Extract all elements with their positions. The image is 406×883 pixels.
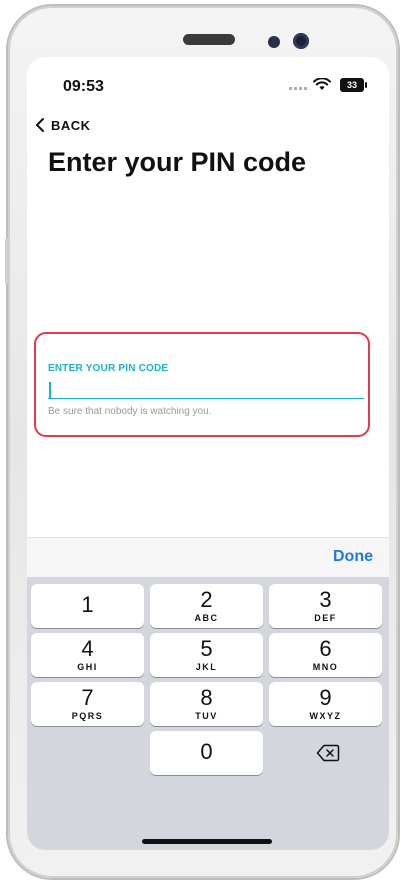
key-1[interactable]: 1 bbox=[31, 584, 144, 628]
wifi-icon bbox=[313, 78, 331, 90]
numeric-keypad: 1 2 ABC 3 DEF 4 GHI 5 JKL 6 MNO 7 PQRS 8… bbox=[27, 577, 389, 850]
page-title: Enter your PIN code bbox=[48, 147, 307, 177]
back-button[interactable]: BACK bbox=[35, 117, 91, 133]
key-digit: 2 bbox=[200, 587, 213, 612]
speaker-grille bbox=[183, 34, 235, 45]
key-digit: 0 bbox=[200, 739, 213, 764]
key-letters: JKL bbox=[195, 662, 218, 672]
backspace-icon[interactable] bbox=[316, 744, 340, 762]
key-digit: 9 bbox=[319, 685, 332, 710]
front-sensor bbox=[268, 36, 280, 48]
key-digit: 5 bbox=[200, 636, 213, 661]
key-digit: 3 bbox=[319, 587, 332, 612]
key-letters: TUV bbox=[195, 711, 218, 721]
key-8[interactable]: 8 TUV bbox=[150, 682, 263, 726]
volume-button bbox=[5, 238, 9, 284]
status-time: 09:53 bbox=[63, 78, 104, 95]
pin-field-hint: Be sure that nobody is watching you. bbox=[48, 406, 212, 417]
key-2[interactable]: 2 ABC bbox=[150, 584, 263, 628]
key-6[interactable]: 6 MNO bbox=[269, 633, 382, 677]
key-letters: DEF bbox=[314, 613, 337, 623]
front-camera bbox=[293, 33, 309, 49]
key-letters: GHI bbox=[77, 662, 98, 672]
keyboard-toolbar: Done bbox=[27, 537, 389, 578]
key-letters: MNO bbox=[312, 662, 339, 672]
key-letters: WXYZ bbox=[309, 711, 342, 721]
key-letters: PQRS bbox=[71, 711, 104, 721]
done-button[interactable]: Done bbox=[333, 548, 373, 566]
pin-field-group: ENTER YOUR PIN CODE Be sure that nobody … bbox=[34, 332, 370, 437]
back-label: BACK bbox=[51, 117, 91, 133]
key-7[interactable]: 7 PQRS bbox=[31, 682, 144, 726]
key-0[interactable]: 0 bbox=[150, 731, 263, 775]
key-digit: 1 bbox=[81, 592, 94, 617]
text-caret bbox=[49, 382, 51, 398]
home-indicator bbox=[142, 839, 272, 844]
key-5[interactable]: 5 JKL bbox=[150, 633, 263, 677]
chevron-left-icon bbox=[36, 118, 44, 132]
key-3[interactable]: 3 DEF bbox=[269, 584, 382, 628]
key-digit: 4 bbox=[81, 636, 94, 661]
pin-field-label: ENTER YOUR PIN CODE bbox=[48, 363, 169, 374]
pin-input[interactable] bbox=[48, 378, 364, 399]
key-digit: 7 bbox=[81, 685, 94, 710]
key-digit: 6 bbox=[319, 636, 332, 661]
key-9[interactable]: 9 WXYZ bbox=[269, 682, 382, 726]
signal-dots-icon bbox=[289, 87, 307, 90]
key-digit: 8 bbox=[200, 685, 213, 710]
screen: 09:53 33 BACK Enter your PIN code ENTER … bbox=[27, 57, 389, 850]
key-letters: ABC bbox=[194, 613, 219, 623]
key-4[interactable]: 4 GHI bbox=[31, 633, 144, 677]
battery-icon: 33 bbox=[340, 78, 367, 92]
